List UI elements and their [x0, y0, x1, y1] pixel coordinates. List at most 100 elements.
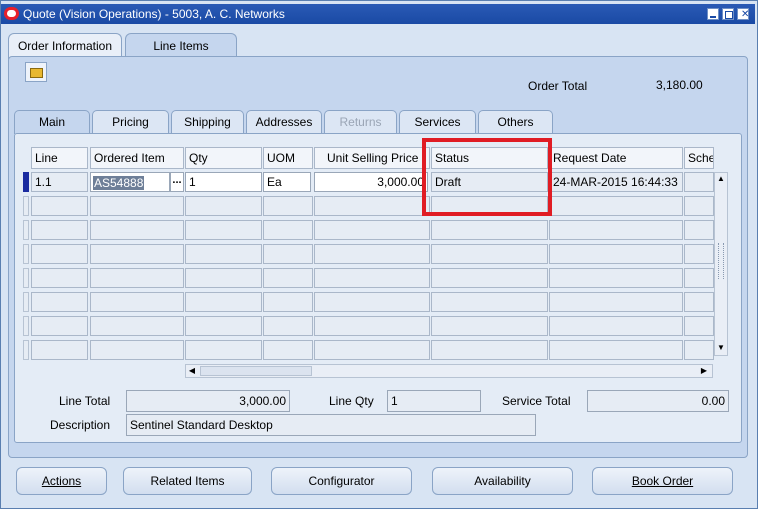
empty-cell-unit-selling-price[interactable] [314, 292, 430, 312]
empty-cell-status[interactable] [431, 220, 548, 240]
row-marker[interactable] [23, 244, 29, 264]
column-header-request-date[interactable]: Request Date [549, 147, 683, 169]
column-header-qty[interactable]: Qty [185, 147, 262, 169]
row-marker[interactable] [23, 316, 29, 336]
cell-ordered-item[interactable]: AS54888 [90, 172, 170, 192]
empty-cell-qty[interactable] [185, 292, 262, 312]
tab-pricing[interactable]: Pricing [92, 110, 169, 134]
lov-button[interactable]: ... [170, 172, 184, 192]
cell-schedule[interactable] [684, 172, 714, 192]
empty-cell-qty[interactable] [185, 244, 262, 264]
empty-cell-request-date[interactable] [549, 268, 683, 288]
empty-cell-request-date[interactable] [549, 196, 683, 216]
empty-cell-qty[interactable] [185, 196, 262, 216]
empty-cell-ordered-item[interactable] [90, 340, 184, 360]
scroll-left-icon[interactable]: ◀ [187, 366, 197, 376]
empty-cell-line[interactable] [31, 316, 88, 336]
empty-cell-uom[interactable] [263, 196, 313, 216]
cell-qty[interactable]: 1 [185, 172, 262, 192]
empty-cell-line[interactable] [31, 244, 88, 264]
open-folder-button[interactable] [25, 62, 47, 82]
description-field[interactable]: Sentinel Standard Desktop [126, 414, 536, 436]
column-header-uom[interactable]: UOM [263, 147, 313, 169]
book-order-button[interactable]: Book Order [592, 467, 733, 495]
empty-cell-request-date[interactable] [549, 220, 683, 240]
horizontal-scrollbar[interactable]: ◀ ▶ [185, 364, 713, 378]
empty-cell-line[interactable] [31, 220, 88, 240]
empty-cell-schedule[interactable] [684, 316, 714, 336]
empty-cell-line[interactable] [31, 340, 88, 360]
scroll-thumb[interactable] [718, 243, 724, 279]
empty-cell-schedule[interactable] [684, 340, 714, 360]
row-marker[interactable] [23, 220, 29, 240]
empty-cell-uom[interactable] [263, 268, 313, 288]
empty-cell-ordered-item[interactable] [90, 220, 184, 240]
empty-cell-uom[interactable] [263, 292, 313, 312]
empty-cell-ordered-item[interactable] [90, 244, 184, 264]
column-header-schedule[interactable]: Sche [684, 147, 714, 169]
empty-cell-qty[interactable] [185, 220, 262, 240]
cell-request-date[interactable]: 24-MAR-2015 16:44:33 [549, 172, 683, 192]
empty-cell-request-date[interactable] [549, 340, 683, 360]
cell-uom[interactable]: Ea [263, 172, 311, 192]
empty-cell-ordered-item[interactable] [90, 196, 184, 216]
column-header-line[interactable]: Line [31, 147, 88, 169]
empty-cell-qty[interactable] [185, 268, 262, 288]
row-marker-selected[interactable] [23, 172, 29, 192]
empty-cell-unit-selling-price[interactable] [314, 268, 430, 288]
empty-cell-request-date[interactable] [549, 316, 683, 336]
availability-button[interactable]: Availability [432, 467, 573, 495]
empty-cell-ordered-item[interactable] [90, 316, 184, 336]
empty-cell-line[interactable] [31, 196, 88, 216]
empty-cell-unit-selling-price[interactable] [314, 220, 430, 240]
empty-cell-schedule[interactable] [684, 196, 714, 216]
empty-cell-schedule[interactable] [684, 220, 714, 240]
empty-cell-qty[interactable] [185, 316, 262, 336]
tab-addresses[interactable]: Addresses [246, 110, 322, 134]
tab-others[interactable]: Others [478, 110, 553, 134]
empty-cell-request-date[interactable] [549, 292, 683, 312]
configurator-button[interactable]: Configurator [271, 467, 412, 495]
empty-cell-qty[interactable] [185, 340, 262, 360]
row-marker[interactable] [23, 196, 29, 216]
empty-cell-unit-selling-price[interactable] [314, 316, 430, 336]
empty-cell-status[interactable] [431, 292, 548, 312]
actions-button[interactable]: Actions [16, 467, 107, 495]
empty-cell-status[interactable] [431, 244, 548, 264]
empty-cell-schedule[interactable] [684, 268, 714, 288]
empty-cell-uom[interactable] [263, 340, 313, 360]
empty-cell-unit-selling-price[interactable] [314, 196, 430, 216]
empty-cell-status[interactable] [431, 316, 548, 336]
tab-main[interactable]: Main [14, 110, 90, 134]
empty-cell-schedule[interactable] [684, 244, 714, 264]
empty-cell-uom[interactable] [263, 316, 313, 336]
empty-cell-schedule[interactable] [684, 292, 714, 312]
line-total-field[interactable]: 3,000.00 [126, 390, 290, 412]
cell-line[interactable]: 1.1 [31, 172, 88, 192]
cell-unit-selling-price[interactable]: 3,000.00 [314, 172, 428, 192]
empty-cell-unit-selling-price[interactable] [314, 340, 430, 360]
tab-services[interactable]: Services [399, 110, 476, 134]
maximize-button[interactable] [722, 8, 734, 20]
minimize-button[interactable] [707, 8, 719, 20]
scroll-right-icon[interactable]: ▶ [699, 366, 709, 376]
empty-cell-ordered-item[interactable] [90, 292, 184, 312]
related-items-button[interactable]: Related Items [123, 467, 252, 495]
line-qty-field[interactable]: 1 [387, 390, 481, 412]
scroll-up-icon[interactable]: ▲ [716, 174, 726, 184]
empty-cell-ordered-item[interactable] [90, 268, 184, 288]
service-total-field[interactable]: 0.00 [587, 390, 729, 412]
empty-cell-status[interactable] [431, 340, 548, 360]
empty-cell-line[interactable] [31, 292, 88, 312]
row-marker[interactable] [23, 268, 29, 288]
vertical-scrollbar[interactable]: ▲ ▼ [714, 172, 728, 356]
column-header-unit-selling-price[interactable]: Unit Selling Price [314, 147, 430, 169]
row-marker[interactable] [23, 292, 29, 312]
empty-cell-status[interactable] [431, 268, 548, 288]
empty-cell-line[interactable] [31, 268, 88, 288]
row-marker[interactable] [23, 340, 29, 360]
tab-shipping[interactable]: Shipping [171, 110, 244, 134]
scroll-down-icon[interactable]: ▼ [716, 343, 726, 353]
close-button[interactable]: ✕ [737, 8, 749, 20]
column-header-ordered-item[interactable]: Ordered Item [90, 147, 184, 169]
